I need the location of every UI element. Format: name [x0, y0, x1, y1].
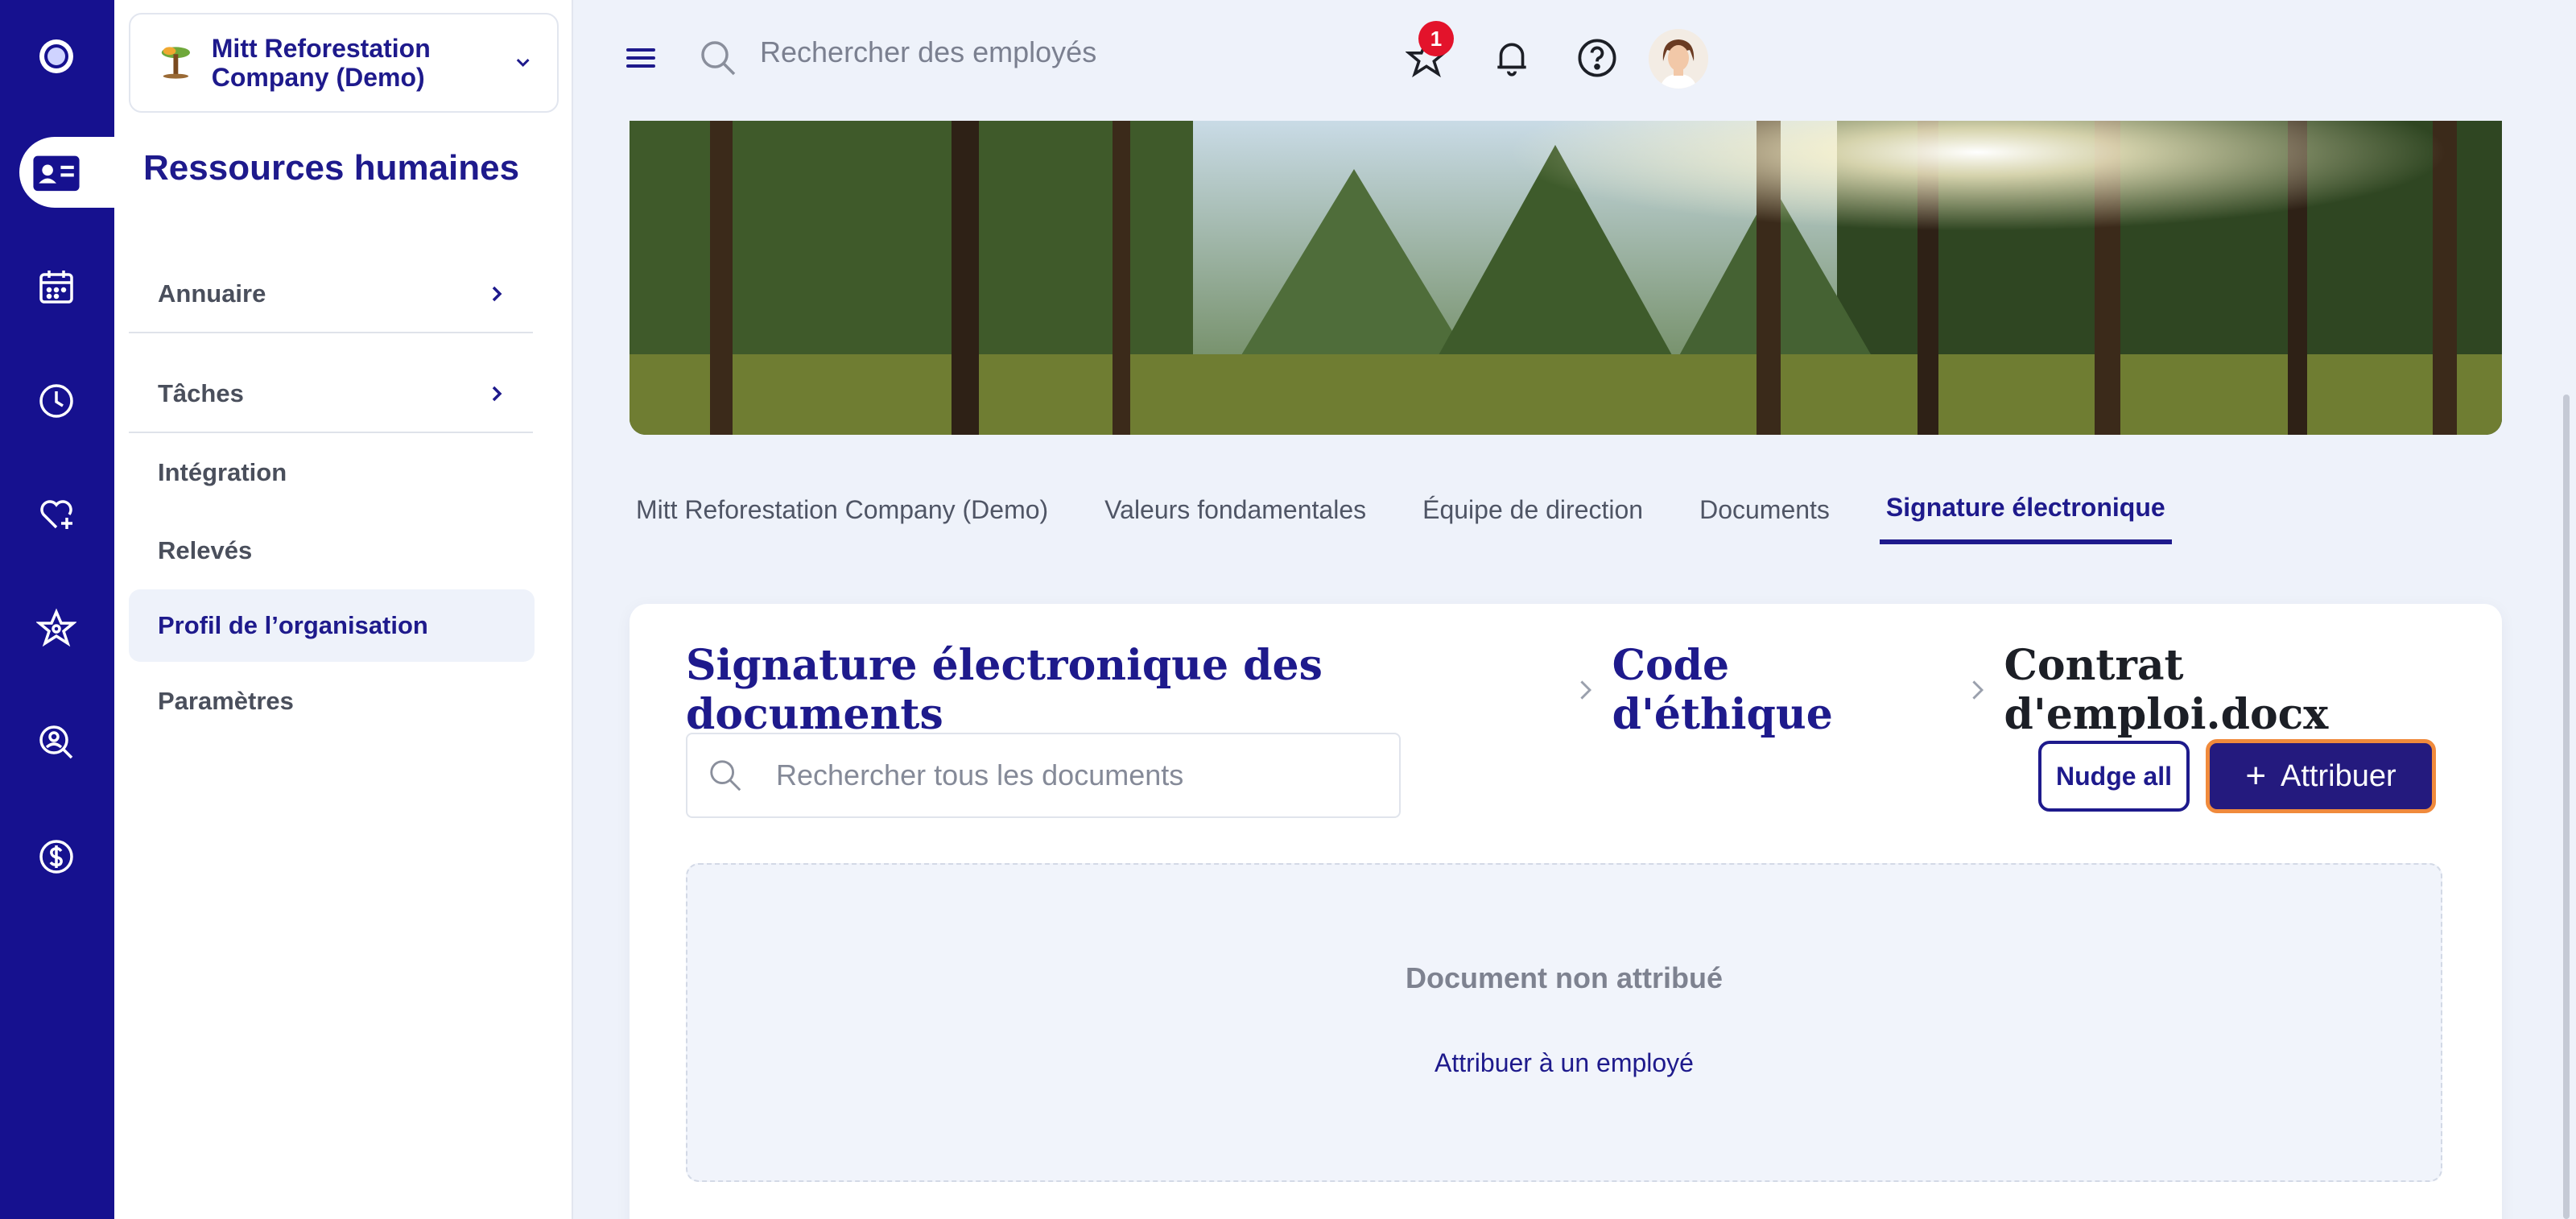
sidebar-item-releves[interactable]: Relevés: [129, 512, 559, 589]
chevron-right-icon: [492, 286, 502, 302]
tab-company[interactable]: Mitt Reforestation Company (Demo): [630, 475, 1055, 544]
breadcrumb: Signature électronique des documents Cod…: [686, 641, 2502, 739]
sidebar-item-label: Tâches: [158, 379, 244, 407]
sidebar-nav: Annuaire Tâches Intégration Relevés Prof…: [129, 256, 559, 741]
notification-badge: 1: [1418, 21, 1454, 56]
tab-electronic-signature[interactable]: Signature électronique: [1879, 475, 2172, 544]
avatar[interactable]: [1649, 29, 1708, 89]
heart-plus-icon[interactable]: [29, 486, 84, 541]
star-icon[interactable]: [29, 601, 84, 655]
search-person-icon[interactable]: [29, 715, 84, 770]
sidebar-item-label: Intégration: [158, 458, 287, 486]
tab-core-values[interactable]: Valeurs fondamentales: [1098, 475, 1373, 544]
organization-tabs: Mitt Reforestation Company (Demo) Valeur…: [630, 475, 2215, 548]
home-icon[interactable]: [29, 29, 84, 84]
sidebar-item-label: Annuaire: [158, 279, 266, 308]
org-name: Mitt Reforestation Company (Demo): [211, 34, 431, 92]
nudge-all-button[interactable]: Nudge all: [2038, 741, 2190, 812]
chevron-down-icon: [516, 59, 530, 68]
app-rail: [0, 0, 114, 1219]
tab-documents[interactable]: Documents: [1693, 475, 1836, 544]
chevron-right-icon: [492, 386, 502, 402]
top-bar: Rechercher des employés 1: [573, 0, 2576, 121]
assign-button-label: Attribuer: [2281, 758, 2396, 793]
breadcrumb-current: Contrat d'emploi.docx: [2004, 641, 2329, 739]
sidebar-item-integration[interactable]: Intégration: [129, 433, 559, 512]
breadcrumb-link-ethics[interactable]: Code d'éthique: [1612, 641, 1951, 739]
org-switcher[interactable]: Mitt Reforestation Company (Demo): [129, 13, 559, 113]
sidebar: Mitt Reforestation Company (Demo) Ressou…: [114, 0, 573, 1219]
module-title: Ressources humaines: [143, 148, 520, 188]
calendar-icon[interactable]: [29, 259, 84, 314]
dollar-icon[interactable]: [29, 829, 84, 884]
sidebar-item-annuaire[interactable]: Annuaire: [129, 256, 533, 333]
plus-icon: +: [2245, 756, 2267, 795]
tab-leadership-team[interactable]: Équipe de direction: [1416, 475, 1649, 544]
search-icon: [701, 41, 736, 76]
search-icon: [710, 760, 741, 791]
breadcrumb-link-esign[interactable]: Signature électronique des documents: [686, 641, 1558, 739]
sidebar-item-label: Paramètres: [158, 687, 294, 715]
scrollbar[interactable]: [2563, 395, 2570, 1219]
sidebar-item-profil-organisation[interactable]: Profil de l’organisation: [129, 589, 535, 662]
bell-icon[interactable]: [1486, 32, 1538, 84]
document-search[interactable]: [686, 733, 1401, 818]
document-search-input[interactable]: [776, 758, 1388, 792]
empty-state: Document non attribué Attribuer à un emp…: [686, 863, 2442, 1182]
sidebar-item-label: Relevés: [158, 536, 253, 564]
sidebar-item-label: Profil de l’organisation: [158, 611, 428, 639]
sidebar-item-taches[interactable]: Tâches: [129, 356, 533, 433]
assign-button[interactable]: + Attribuer: [2206, 739, 2436, 813]
sidebar-item-parametres[interactable]: Paramètres: [129, 662, 559, 741]
id-card-icon[interactable]: [29, 145, 84, 200]
organization-banner-image: [630, 121, 2502, 435]
employee-search-input[interactable]: Rechercher des employés: [760, 35, 1096, 69]
menu-icon[interactable]: [623, 42, 658, 74]
help-icon[interactable]: [1571, 32, 1623, 84]
org-logo: [161, 47, 190, 79]
esign-card: Signature électronique des documents Cod…: [630, 604, 2502, 1219]
assign-employee-link[interactable]: Attribuer à un employé: [687, 1048, 2441, 1078]
clock-icon[interactable]: [29, 374, 84, 428]
chevron-right-icon: [1972, 680, 1984, 700]
empty-state-title: Document non attribué: [1406, 961, 1723, 994]
chevron-right-icon: [1580, 680, 1592, 700]
